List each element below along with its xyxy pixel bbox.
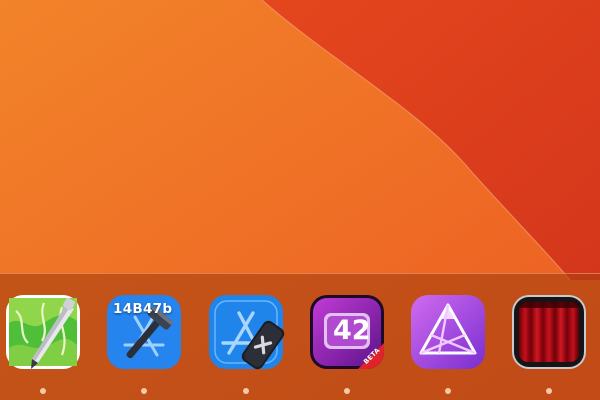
dock-item-xcode[interactable]: 14B47b — [105, 293, 183, 394]
running-indicator — [344, 388, 350, 394]
running-indicator — [445, 388, 451, 394]
dock-item-xcode-cleaner[interactable] — [207, 293, 285, 394]
dock-item-affinity-photo[interactable] — [409, 293, 487, 394]
build-badge: 14B47b — [113, 301, 173, 317]
number-42-icon[interactable]: 42 BETA — [308, 293, 386, 371]
running-indicator — [546, 388, 552, 394]
dock-item-42[interactable]: 42 BETA — [308, 293, 386, 394]
running-indicator — [141, 388, 147, 394]
dock-item-cot-editor[interactable] — [4, 293, 82, 394]
dock-item-red-curtain[interactable] — [510, 293, 588, 394]
aperture-triangle-icon[interactable] — [409, 293, 487, 371]
appstore-cleaner-icon[interactable] — [207, 293, 285, 371]
red-curtain-icon[interactable] — [510, 293, 588, 371]
hammer-blueprint-icon[interactable]: 14B47b — [105, 293, 183, 371]
desktop: 14B47b 42 BETA — [0, 0, 600, 400]
running-indicator — [243, 388, 249, 394]
pen-on-map-icon[interactable] — [4, 293, 82, 371]
running-indicator — [40, 388, 46, 394]
number-label: 42 — [333, 315, 371, 346]
dock: 14B47b 42 BETA — [0, 273, 600, 400]
